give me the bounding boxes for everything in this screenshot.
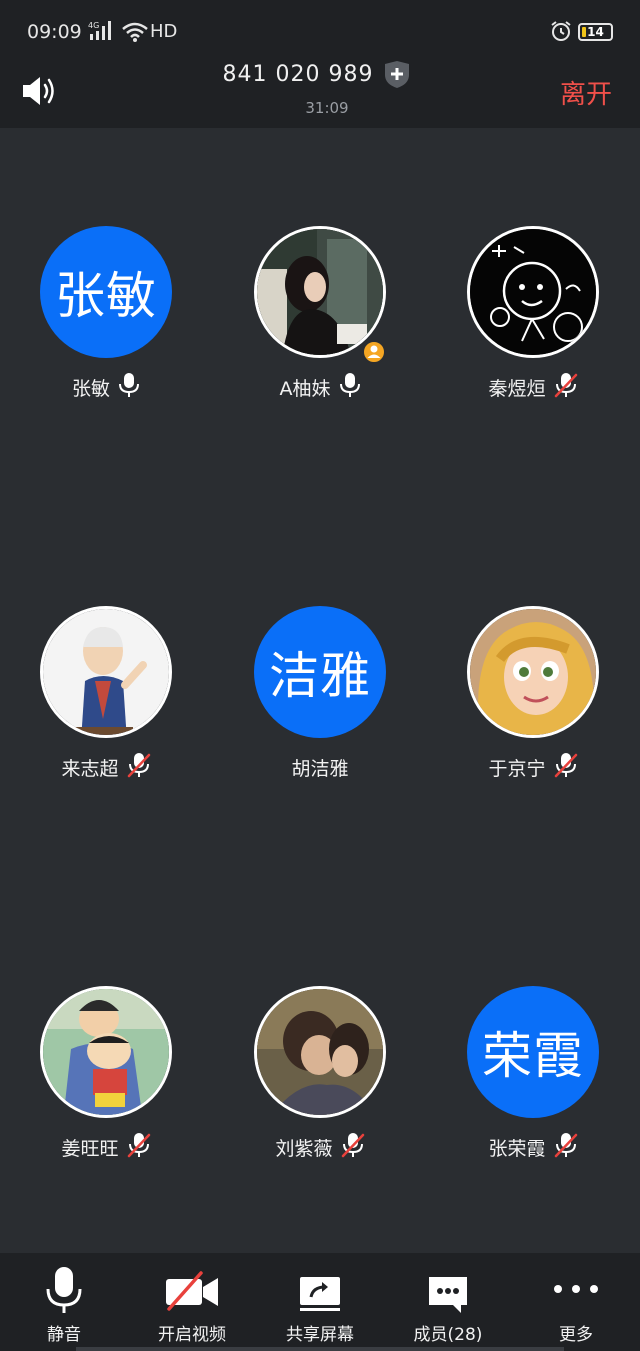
participant-tile[interactable]: A柚妹	[220, 226, 420, 426]
alarm-icon	[550, 20, 572, 46]
mute-label: 静音	[47, 1325, 81, 1345]
participant-name: 张敏	[71, 377, 110, 400]
microphone-icon	[9, 1265, 119, 1315]
participant-name: 于京宁	[488, 757, 546, 780]
avatar	[254, 226, 386, 358]
meeting-id-row[interactable]: 841 020 989	[0, 61, 640, 88]
battery-level: 14	[587, 25, 604, 39]
avatar: 洁雅	[254, 606, 386, 738]
mic-muted-icon	[554, 372, 578, 402]
chat-members-icon	[393, 1265, 503, 1315]
share-screen-label: 共享屏幕	[286, 1325, 354, 1345]
mic-muted-icon	[341, 1132, 365, 1162]
participant-tile[interactable]: 张敏 张敏	[6, 226, 206, 426]
signal-icon: 4G	[88, 20, 116, 46]
avatar: 张敏	[40, 226, 172, 358]
start-video-button[interactable]: 开启视频	[137, 1253, 247, 1351]
members-label: 成员(28)	[413, 1325, 483, 1345]
mic-muted-icon	[127, 1132, 151, 1162]
participant-name-row: 于京宁	[433, 752, 633, 782]
members-button[interactable]: 成员(28)	[393, 1253, 503, 1351]
call-duration: 31:09	[305, 99, 349, 117]
more-dots-icon	[521, 1265, 631, 1315]
participant-tile[interactable]: 于京宁	[433, 606, 633, 806]
participant-name-row: 张敏	[6, 372, 206, 402]
participant-tile[interactable]: 来志超	[6, 606, 206, 806]
status-time: 09:09	[27, 21, 82, 43]
mic-muted-icon	[127, 752, 151, 782]
battery-icon: 14	[578, 23, 613, 41]
mute-button[interactable]: 静音	[9, 1253, 119, 1351]
participant-tile[interactable]: 荣霞 张荣霞	[433, 986, 633, 1186]
participant-name-row: 胡洁雅	[220, 754, 420, 780]
more-label: 更多	[559, 1325, 593, 1345]
avatar: 荣霞	[467, 986, 599, 1118]
participant-tile[interactable]: 姜旺旺	[6, 986, 206, 1186]
participant-name: 刘紫薇	[275, 1137, 333, 1160]
participant-tile[interactable]: 刘紫薇	[220, 986, 420, 1186]
participant-name: 姜旺旺	[61, 1137, 119, 1160]
participant-name: 胡洁雅	[291, 757, 349, 780]
meeting-screen: 09:09 4G HD 14 841 020 989 31:09 离开 张敏 张…	[0, 0, 640, 1351]
avatar	[467, 606, 599, 738]
network-label: HD	[150, 21, 178, 42]
mic-icon	[118, 372, 140, 402]
share-screen-button[interactable]: 共享屏幕	[265, 1253, 375, 1351]
bottom-toolbar: 静音 开启视频 共享屏幕 成员(28) 更多	[0, 1253, 640, 1351]
participant-name-row: A柚妹	[220, 372, 420, 402]
participant-name-row: 张荣霞	[433, 1132, 633, 1162]
video-off-icon	[137, 1265, 247, 1315]
participant-name: 秦煜烜	[488, 377, 546, 400]
call-header: 841 020 989 31:09 离开	[0, 61, 640, 128]
leave-button[interactable]: 离开	[560, 74, 612, 111]
participant-tile[interactable]: 洁雅 胡洁雅	[220, 606, 420, 806]
meeting-id: 841 020 989	[222, 62, 374, 87]
participant-name-row: 来志超	[6, 752, 206, 782]
status-bar: 09:09 4G HD 14	[0, 0, 640, 62]
more-button[interactable]: 更多	[521, 1253, 631, 1351]
participant-name: 来志超	[61, 757, 119, 780]
participant-name: A柚妹	[279, 377, 331, 400]
host-badge-icon	[362, 340, 386, 364]
avatar	[254, 986, 386, 1118]
avatar	[467, 226, 599, 358]
participant-tile[interactable]: 秦煜烜	[433, 226, 633, 426]
mic-muted-icon	[554, 752, 578, 782]
start-video-label: 开启视频	[158, 1325, 226, 1345]
svg-text:4G: 4G	[88, 21, 99, 30]
avatar	[40, 986, 172, 1118]
participant-name: 张荣霞	[488, 1137, 546, 1160]
mic-icon	[339, 372, 361, 402]
mic-muted-icon	[554, 1132, 578, 1162]
avatar	[40, 606, 172, 738]
shield-plus-icon[interactable]	[382, 59, 412, 95]
navigation-indicator	[76, 1347, 564, 1351]
wifi-icon	[122, 22, 148, 46]
participant-name-row: 姜旺旺	[6, 1132, 206, 1162]
share-screen-icon	[265, 1265, 375, 1315]
participant-name-row: 秦煜烜	[433, 372, 633, 402]
participant-name-row: 刘紫薇	[220, 1132, 420, 1162]
